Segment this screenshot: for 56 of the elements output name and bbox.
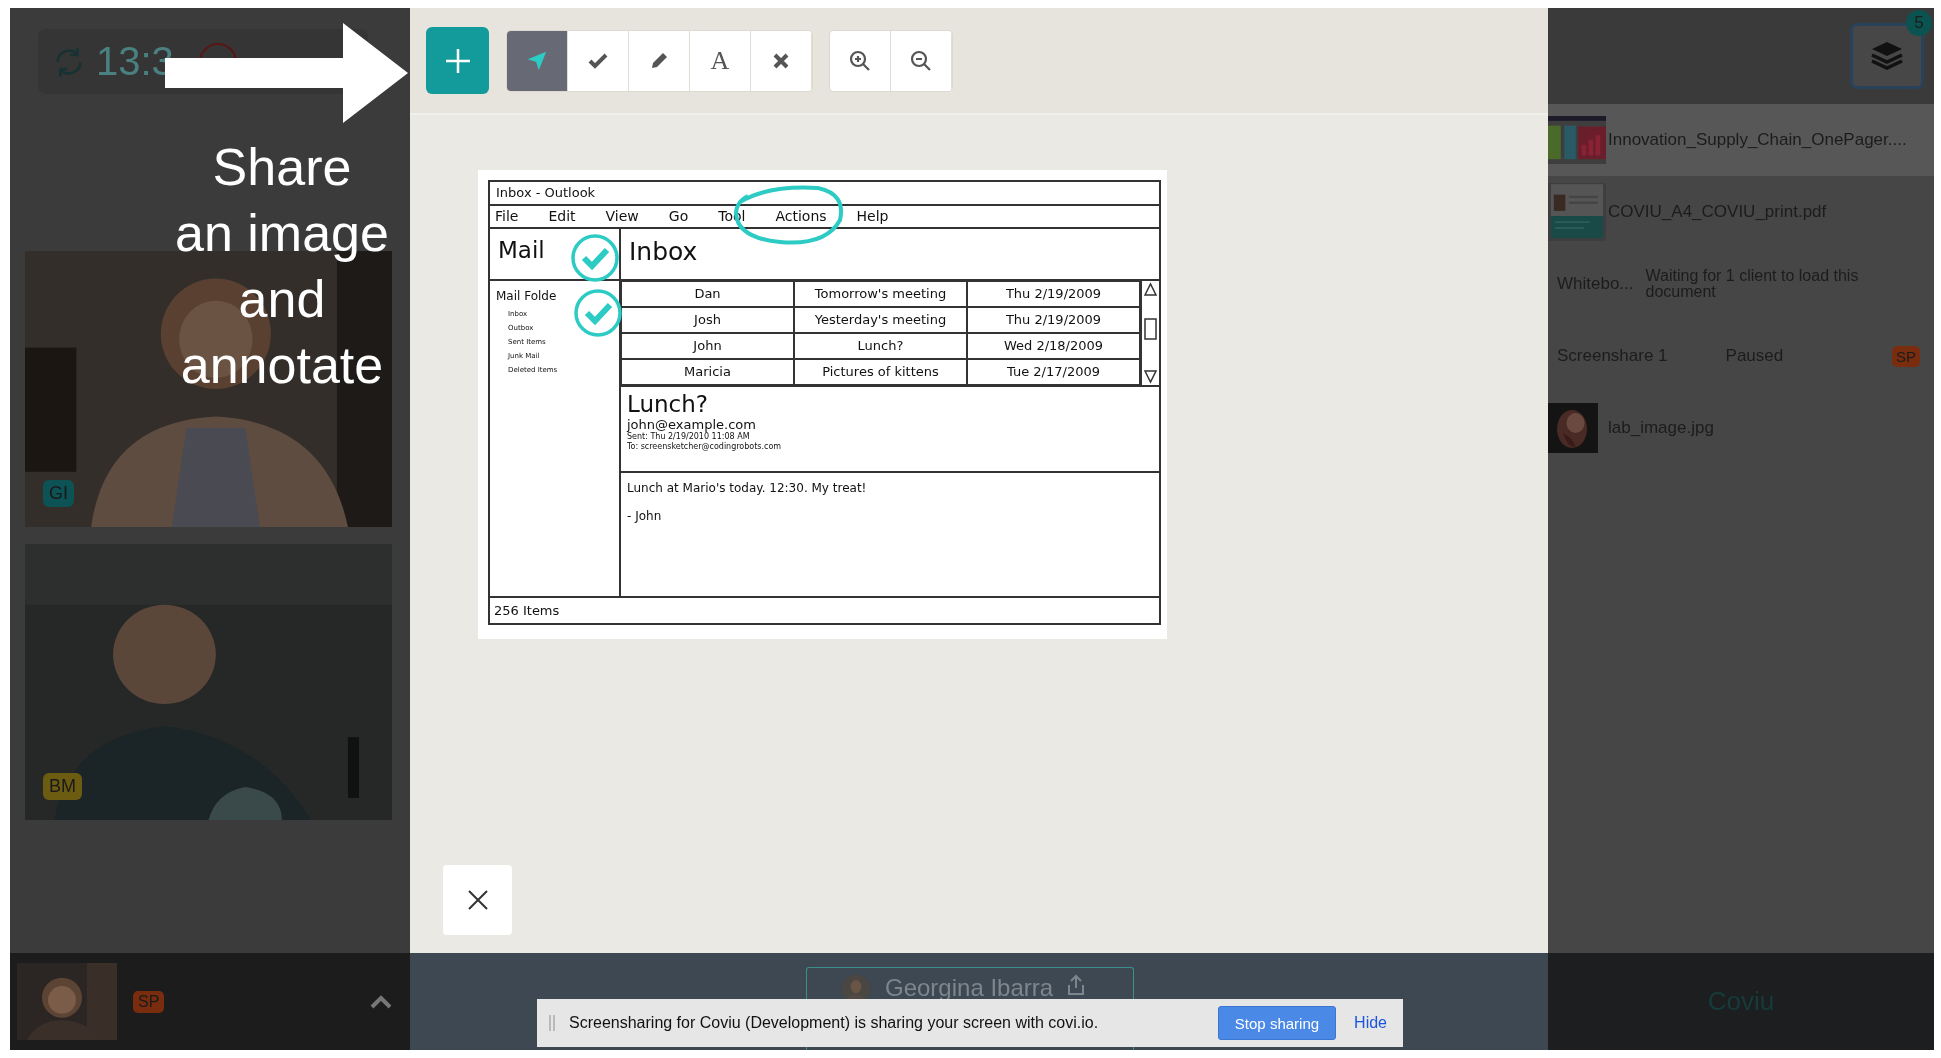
table-cell: Tomorrow's meeting	[794, 281, 967, 307]
close-icon	[466, 889, 489, 911]
file-item[interactable]: Innovation_Supply_Chain_OnePager....	[1548, 104, 1934, 176]
zoom-out-button[interactable]	[891, 30, 952, 91]
navigation-icon	[526, 49, 548, 72]
recipient: To: screensketcher@codingrobots.com	[627, 442, 783, 452]
pencil-tool-button[interactable]	[629, 30, 690, 91]
table-cell: Pictures of kittens	[794, 359, 967, 385]
initials-badge: SP	[1892, 345, 1920, 367]
caption-text: Share an image and annotate	[174, 137, 390, 396]
window-title: Inbox - Outlook	[490, 182, 1159, 206]
status-text: 256 Items	[490, 596, 1159, 623]
file-name: Innovation_Supply_Chain_OnePager....	[1608, 130, 1907, 150]
delete-tool-button[interactable]	[751, 30, 812, 91]
table-cell: Lunch?	[794, 333, 967, 359]
chevron-up-icon[interactable]	[370, 994, 392, 1009]
table-cell: Wed 2/18/2009	[967, 333, 1140, 359]
share-icon[interactable]	[1067, 974, 1086, 996]
zoom-out-icon	[910, 49, 932, 72]
table-cell: Tue 2/17/2009	[967, 359, 1140, 385]
initials-badge: BM	[43, 773, 82, 800]
pointer-tool-button[interactable]	[507, 30, 568, 91]
table-cell: Maricia	[621, 359, 794, 385]
initials-badge: SP	[133, 990, 165, 1013]
add-button[interactable]	[426, 27, 489, 94]
message-body: Lunch at Mario's today. 12:30. My treat!	[627, 481, 868, 495]
message-body: - John	[627, 509, 663, 523]
grip-icon[interactable]	[549, 1015, 555, 1031]
table-cell: Thu 2/19/2009	[967, 307, 1140, 333]
share-message: Screensharing for Coviu (Development) is sharing your screen with covi.io.	[569, 1014, 1099, 1032]
table-cell: Dan	[621, 281, 794, 307]
plus-icon	[444, 47, 471, 74]
zoom-in-button[interactable]	[830, 30, 891, 91]
close-icon	[773, 52, 789, 69]
layers-icon	[1870, 40, 1904, 72]
check-annotation	[573, 288, 623, 338]
message-subject: Lunch?	[627, 391, 709, 417]
folders-heading: Mail Folde	[495, 288, 558, 305]
close-button[interactable]	[443, 865, 512, 935]
table-cell: John	[621, 333, 794, 359]
check-tool-button[interactable]	[568, 30, 629, 91]
sender-email: john@example.com	[627, 417, 757, 432]
stop-sharing-button[interactable]: Stop sharing	[1217, 1006, 1337, 1040]
table-cell: Yesterday's meeting	[794, 307, 967, 333]
zoom-in-icon	[849, 49, 871, 72]
text-tool-button[interactable]: A	[690, 30, 751, 91]
hide-link[interactable]: Hide	[1350, 1014, 1391, 1032]
presenter-name: Georgina Ibarra	[885, 974, 1054, 1002]
initials-badge: GI	[43, 480, 74, 507]
table-cell: Thu 2/19/2009	[967, 281, 1140, 307]
check-annotation	[570, 233, 620, 283]
list-title: Inbox	[621, 229, 1159, 281]
check-icon	[588, 52, 608, 69]
sent-date: Sent: Thu 2/19/2010 11:08 AM	[627, 432, 750, 442]
pencil-icon	[649, 50, 669, 71]
table-cell: Josh	[621, 307, 794, 333]
